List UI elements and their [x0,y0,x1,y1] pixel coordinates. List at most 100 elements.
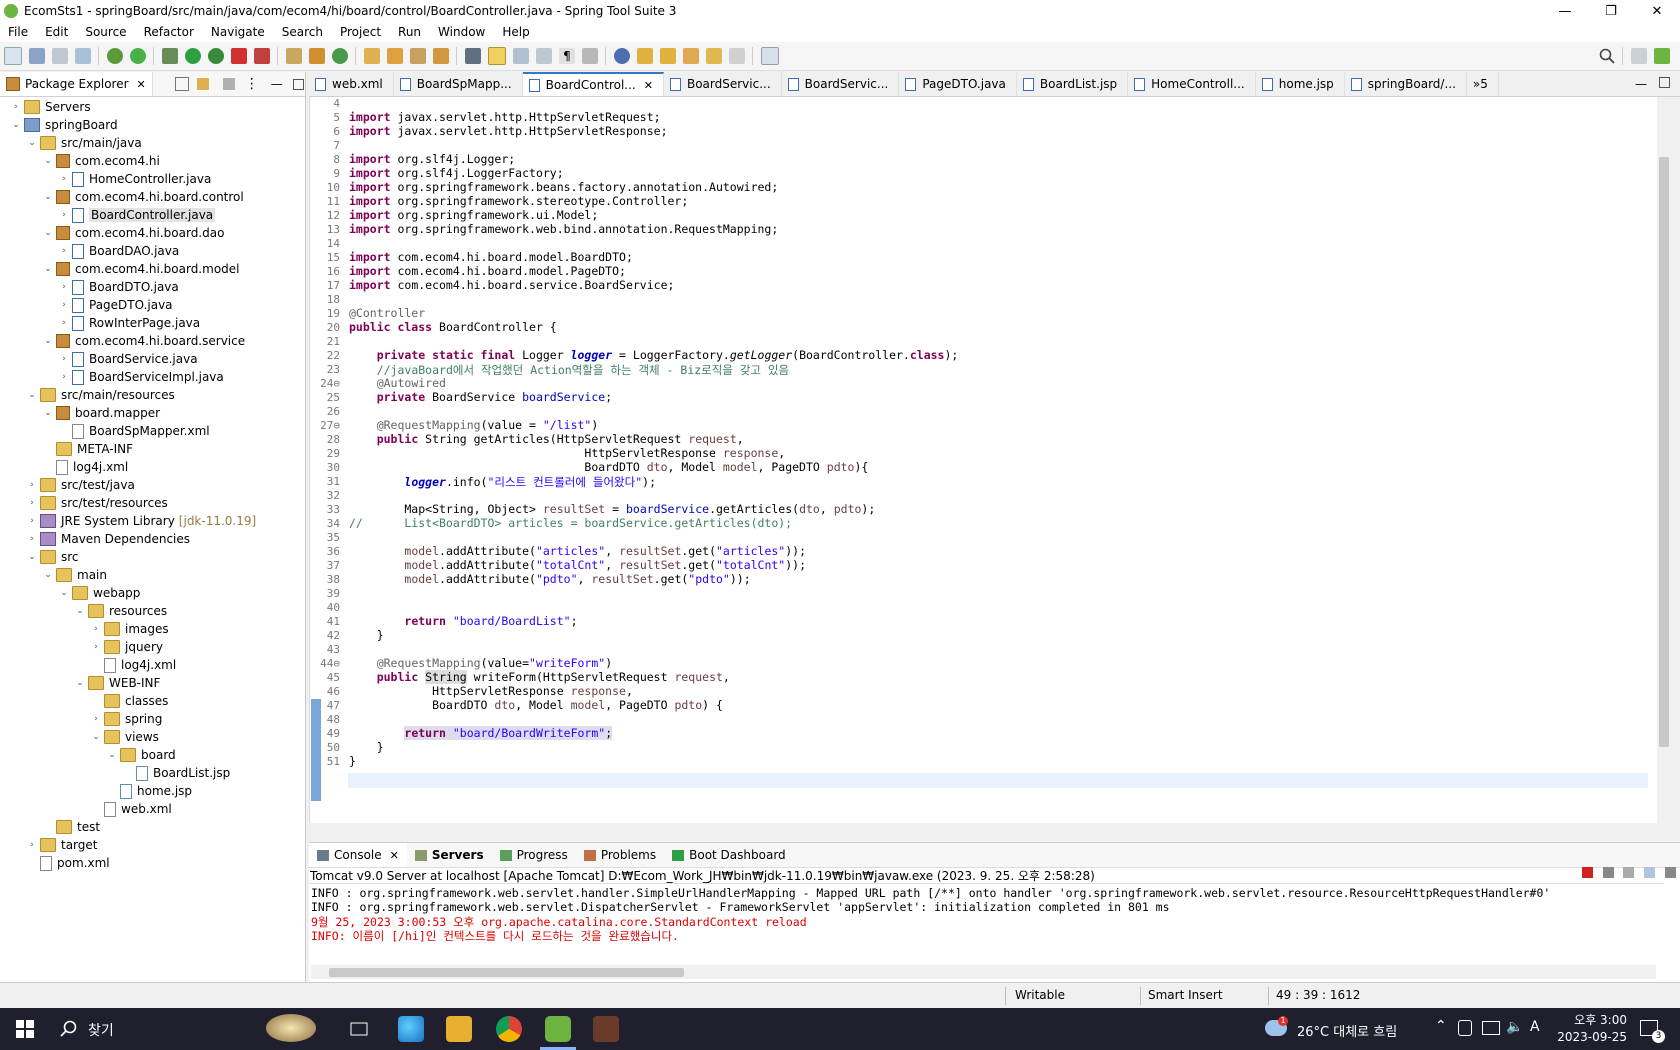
console-output[interactable]: INFO : org.springframework.web.servlet.h… [309,883,1664,964]
editor-tab[interactable]: »5 [1467,72,1499,96]
chevron-right-icon[interactable]: › [26,498,38,508]
menu-source[interactable]: Source [77,25,135,39]
spring-boot-icon[interactable] [107,48,123,64]
chevron-right-icon[interactable]: › [58,300,70,310]
chevron-down-icon[interactable]: ⌄ [42,156,54,166]
code-line[interactable]: // List<BoardDTO> articles = boardServic… [349,516,792,530]
package-explorer-tab[interactable]: Package Explorer ✕ [0,72,153,96]
tree-item[interactable]: › BoardServiceImpl.java [58,368,224,386]
chevron-down-icon[interactable]: ⌄ [42,408,54,418]
tree-item[interactable]: ⌄ com.ecom4.hi.board.dao [42,224,224,242]
clear-console-icon[interactable] [1623,867,1635,878]
code-line[interactable]: public class BoardController { [349,320,557,334]
tree-item[interactable]: ⌄ src/main/resources [26,386,175,404]
editor-tab[interactable]: web.xml [309,72,394,96]
debug-icon[interactable] [162,48,178,64]
chevron-right-icon[interactable]: › [26,516,38,526]
tree-item[interactable]: › BoardController.java [58,206,216,224]
code-line[interactable]: import org.slf4j.Logger; [349,152,515,166]
task-view-icon[interactable] [346,1016,372,1042]
tree-item[interactable]: ⌄ com.ecom4.hi [42,152,160,170]
tree-item[interactable]: › BoardService.java [58,350,198,368]
tree-item[interactable]: home.jsp [106,782,192,800]
code-line[interactable]: @Controller [349,306,425,320]
open-type-icon[interactable] [364,48,380,64]
editor-horizontal-scrollbar[interactable] [320,813,1655,821]
chevron-down-icon[interactable]: ⌄ [106,750,118,760]
chevron-down-icon[interactable]: ⌄ [42,570,54,580]
chevron-down-icon[interactable]: ⌄ [26,138,38,148]
menu-help[interactable]: Help [494,25,538,39]
weather-text[interactable]: 26°C 대체로 흐림 [1297,1021,1397,1040]
new-project-icon[interactable] [332,48,348,64]
chevron-right-icon[interactable]: › [58,318,70,328]
code-line[interactable]: return "board/BoardList"; [349,614,577,628]
maximize-button[interactable]: ❐ [1588,4,1634,19]
game-app-icon[interactable] [593,1016,619,1042]
tree-item[interactable]: › spring [90,710,162,728]
ime-indicator[interactable]: A [1530,1019,1540,1035]
tree-item[interactable]: › Maven Dependencies [26,530,190,548]
chevron-down-icon[interactable]: ⌄ [90,732,102,742]
console-scroll-thumb[interactable] [329,968,684,977]
clock-date[interactable]: 2023-09-25 [1550,1030,1627,1044]
editor-tab[interactable]: BoardServic... [664,72,782,96]
tree-item[interactable]: ⌄ board [106,746,176,764]
code-editor[interactable]: 4 5 import javax.servlet.http.HttpServletR… [309,97,1671,823]
mark-occurrences-icon[interactable] [488,47,506,65]
code-line[interactable]: import org.slf4j.LoggerFactory; [349,166,564,180]
chevron-right-icon[interactable]: › [90,624,102,634]
code-line[interactable]: BoardDTO dto, Model model, PageDTO pdto)… [349,460,868,474]
minimize-view-icon[interactable]: — [271,77,283,91]
windows-start-icon[interactable] [16,1020,34,1038]
editor-tab[interactable]: BoardSpMapp... [394,72,523,96]
chevron-down-icon[interactable]: ⌄ [42,192,54,202]
tree-item[interactable]: classes [90,692,168,710]
open-resource-icon[interactable] [387,48,403,64]
tree-item[interactable]: › PageDTO.java [58,296,173,314]
tree-item[interactable]: test [42,818,100,836]
code-line[interactable]: } [349,754,356,768]
forward-icon[interactable] [729,48,745,64]
filter-icon[interactable] [222,78,235,90]
code-line[interactable]: @RequestMapping(value="writeForm") [349,656,612,670]
code-line[interactable]: private static final Logger logger = Log… [349,348,959,362]
chevron-right-icon[interactable]: › [90,714,102,724]
menu-run[interactable]: Run [390,25,430,39]
edge-icon[interactable] [398,1016,424,1042]
collapse-all-icon[interactable] [174,77,189,91]
tree-item[interactable]: BoardSpMapper.xml [58,422,210,440]
code-line[interactable]: import javax.servlet.http.HttpServletReq… [349,110,661,124]
terminate-icon[interactable] [1581,867,1593,878]
refresh-icon[interactable] [130,48,146,64]
spring-perspective-icon[interactable] [1654,48,1670,64]
back-icon[interactable] [706,48,722,64]
tree-item[interactable]: › RowInterPage.java [58,314,200,332]
minimize-editor-icon[interactable]: — [1635,77,1647,91]
tree-item[interactable]: ⌄ com.ecom4.hi.board.model [42,260,240,278]
code-line[interactable]: return "board/BoardWriteForm"; [349,726,613,740]
chevron-right-icon[interactable]: › [90,642,102,652]
chevron-up-icon[interactable]: ⌃ [1435,1018,1447,1034]
tree-item[interactable]: web.xml [90,800,172,818]
menu-navigate[interactable]: Navigate [203,25,274,39]
chrome-icon[interactable] [496,1016,522,1042]
search-icon[interactable] [1599,48,1615,64]
code-line[interactable]: @Autowired [349,376,446,390]
security-icon[interactable] [1458,1020,1472,1036]
editor-tab[interactable]: PageDTO.java [899,72,1017,96]
chevron-right-icon[interactable]: › [58,210,70,220]
network-icon[interactable] [1482,1021,1500,1035]
code-line[interactable]: import javax.servlet.http.HttpServletRes… [349,124,668,138]
open-perspective-icon[interactable] [1631,48,1647,64]
chevron-down-icon[interactable]: ⌄ [42,228,54,238]
tree-item[interactable]: ⌄ com.ecom4.hi.board.control [42,188,244,206]
new-java-class-icon[interactable] [309,48,325,64]
chevron-down-icon[interactable]: ⌄ [10,120,22,130]
file-explorer-icon[interactable] [446,1016,472,1042]
minimize-button[interactable]: — [1542,4,1588,19]
editor-tab[interactable]: BoardControl... ✕ [522,72,664,96]
tree-item[interactable]: › HomeController.java [58,170,211,188]
chevron-down-icon[interactable]: ⌄ [26,552,38,562]
new-java-package-icon[interactable] [286,48,302,64]
